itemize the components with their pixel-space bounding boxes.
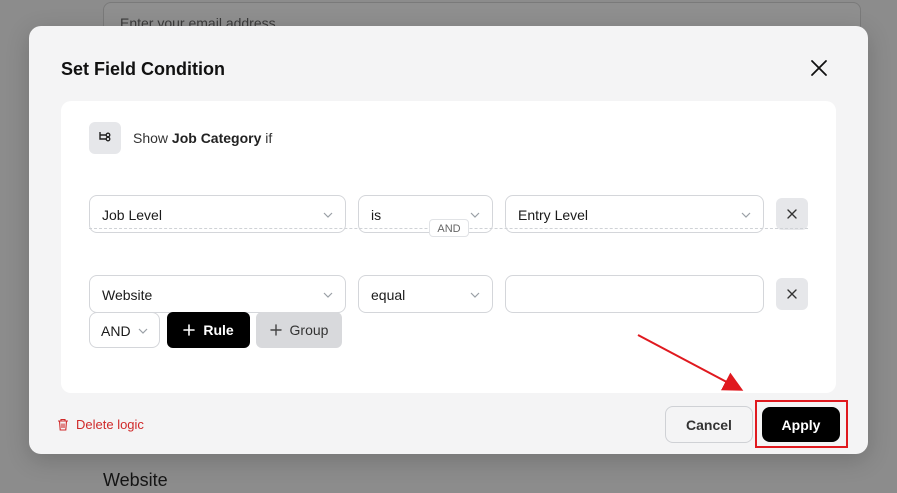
chevron-down-icon <box>138 328 148 334</box>
delete-logic-label: Delete logic <box>76 417 144 432</box>
condition-description: Show Job Category if <box>133 130 272 146</box>
remove-icon <box>787 289 797 299</box>
background-field-label: Website <box>103 470 168 490</box>
add-rule-button[interactable]: Rule <box>167 312 250 348</box>
rule-1-operator-value: is <box>371 207 382 223</box>
condition-field: Job Category <box>171 130 262 146</box>
logic-operator-select[interactable]: AND <box>89 312 160 348</box>
condition-suffix: if <box>265 130 273 146</box>
delete-logic-button[interactable]: Delete logic <box>57 417 144 432</box>
close-button[interactable] <box>807 56 831 80</box>
rule-1-field-value: Job Level <box>102 207 162 223</box>
rule-2-operator-value: equal <box>371 287 406 303</box>
close-icon <box>811 60 827 76</box>
dialog-title: Set Field Condition <box>61 59 225 79</box>
trash-icon <box>58 418 68 431</box>
rule-2-operator-select[interactable]: equal <box>358 275 493 313</box>
chevron-down-icon <box>470 292 480 298</box>
rule-2-value-input[interactable] <box>505 275 764 313</box>
rule-1-value: Entry Level <box>518 207 589 223</box>
apply-highlight-box <box>755 400 848 448</box>
add-group-label: Group <box>289 322 329 338</box>
add-rule-label: Rule <box>203 322 234 338</box>
chevron-down-icon <box>741 212 751 218</box>
rule-2-field-select[interactable]: Website <box>89 275 346 313</box>
plus-icon <box>269 324 282 336</box>
rule-2-remove-button[interactable] <box>776 278 808 310</box>
condition-branch-icon <box>89 122 121 154</box>
chevron-down-icon <box>323 212 333 218</box>
set-field-condition-dialog: Set Field Condition Show Job Category if… <box>29 26 868 454</box>
condition-prefix: Show <box>133 130 169 146</box>
plus-icon <box>183 324 196 336</box>
chevron-down-icon <box>470 212 480 218</box>
rule-1-remove-button[interactable] <box>776 198 808 230</box>
logic-operator-value: AND <box>101 323 131 339</box>
rule-separator-badge: AND <box>429 219 469 237</box>
add-group-button[interactable]: Group <box>256 312 342 348</box>
remove-icon <box>787 209 797 219</box>
conditions-panel: Show Job Category if Job Level is Entry … <box>61 101 836 393</box>
chevron-down-icon <box>323 292 333 298</box>
rule-2-field-value: Website <box>102 287 153 303</box>
cancel-button[interactable]: Cancel <box>665 406 753 443</box>
